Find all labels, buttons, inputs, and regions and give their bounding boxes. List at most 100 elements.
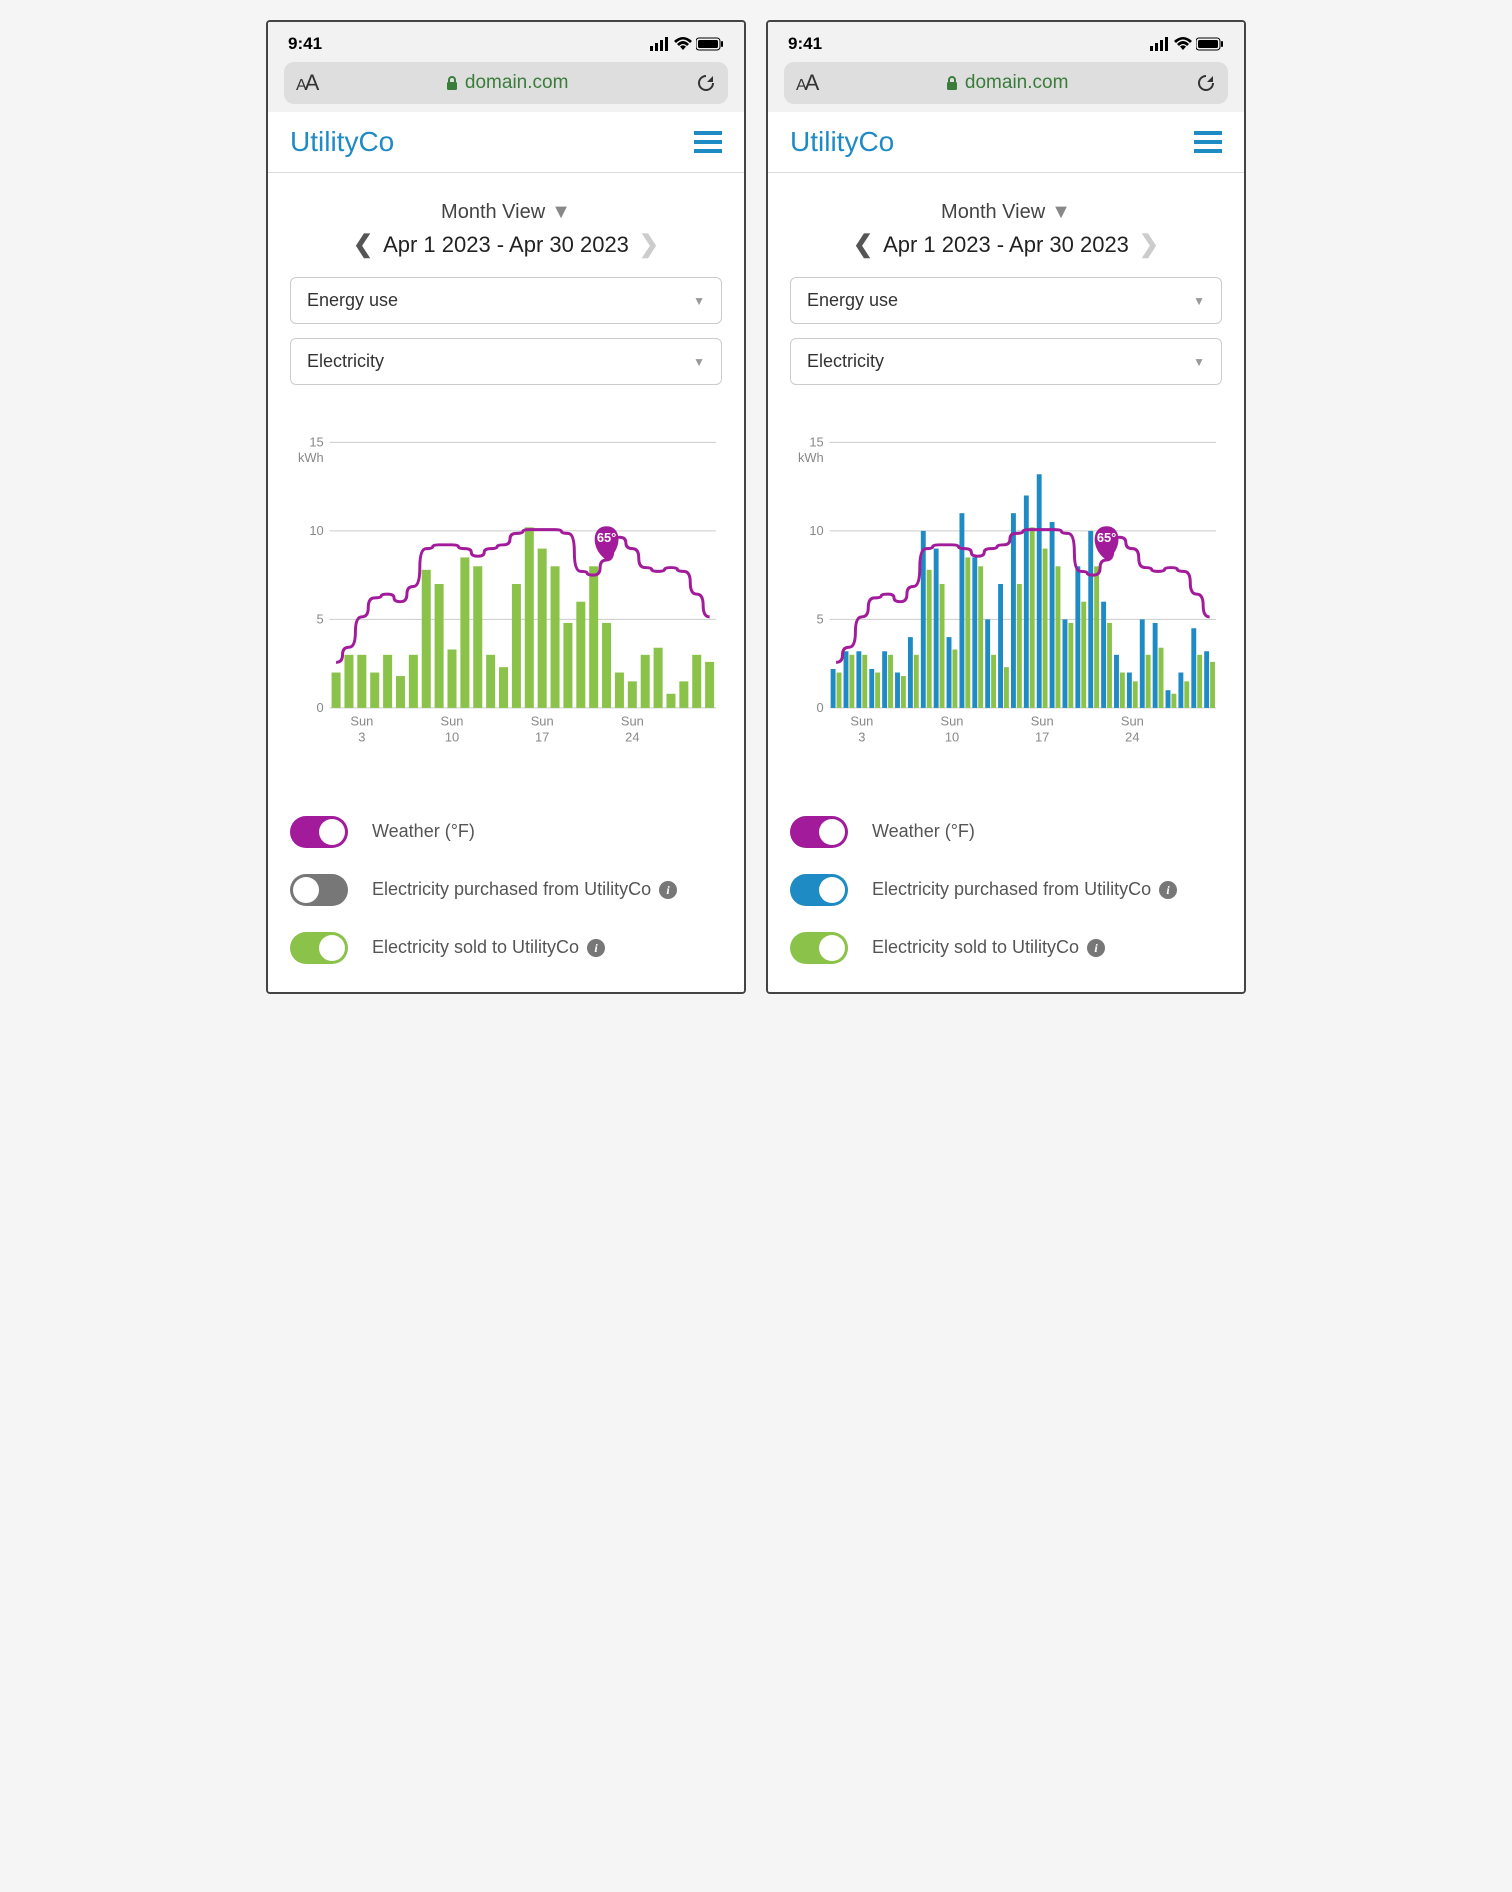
info-icon[interactable]: i — [1087, 939, 1105, 957]
lock-icon — [945, 75, 959, 91]
lock-icon — [445, 75, 459, 91]
svg-text:Sun: Sun — [1121, 714, 1144, 729]
text-size-button[interactable]: AA — [796, 70, 817, 96]
legend: Weather (°F) Electricity purchased from U… — [790, 816, 1222, 964]
date-range: Apr 1 2023 - Apr 30 2023 — [383, 232, 629, 258]
legend-row-purchased: Electricity purchased from UtilityCoi — [290, 874, 722, 906]
caret-down-icon: ▼ — [1193, 355, 1205, 369]
svg-text:65°: 65° — [597, 530, 616, 545]
caret-down-icon: ▼ — [551, 201, 571, 224]
svg-text:24: 24 — [1125, 730, 1139, 745]
status-time: 9:41 — [288, 34, 322, 54]
svg-text:24: 24 — [625, 730, 639, 745]
menu-icon[interactable] — [694, 131, 722, 153]
caret-down-icon: ▼ — [1051, 201, 1071, 224]
legend-label-weather: Weather (°F) — [872, 819, 975, 844]
logo[interactable]: UtilityCo — [290, 126, 394, 158]
svg-text:Sun: Sun — [850, 714, 873, 729]
metric-label: Energy use — [307, 290, 398, 311]
menu-icon[interactable] — [1194, 131, 1222, 153]
next-arrow[interactable]: ❯ — [1139, 230, 1159, 259]
toggle-sold[interactable] — [290, 932, 348, 964]
logo[interactable]: UtilityCo — [790, 126, 894, 158]
svg-text:Sun: Sun — [531, 714, 554, 729]
metric-dropdown[interactable]: Energy use ▼ — [790, 277, 1222, 324]
svg-text:Sun: Sun — [1031, 714, 1054, 729]
signal-icon — [1150, 37, 1170, 51]
view-selector[interactable]: Month View ▼ — [290, 201, 722, 224]
toggle-purchased[interactable] — [290, 874, 348, 906]
browser-chrome: 9:41 AA domain.com — [268, 22, 744, 112]
chart-container: 051015kWhSun3Sun10Sun17Sun2465° — [290, 431, 722, 756]
view-label: Month View — [441, 201, 545, 223]
svg-text:5: 5 — [317, 611, 324, 626]
status-icons — [1150, 37, 1224, 51]
signal-icon — [650, 37, 670, 51]
status-bar: 9:41 — [784, 30, 1228, 62]
prev-arrow[interactable]: ❮ — [353, 230, 373, 259]
svg-text:Sun: Sun — [621, 714, 644, 729]
svg-text:Sun: Sun — [350, 714, 373, 729]
fuel-dropdown[interactable]: Electricity ▼ — [290, 338, 722, 385]
fuel-label: Electricity — [307, 351, 384, 372]
svg-text:17: 17 — [535, 730, 549, 745]
browser-chrome: 9:41 AA domain.com — [768, 22, 1244, 112]
svg-text:65°: 65° — [1097, 530, 1116, 545]
svg-text:10: 10 — [809, 523, 823, 538]
usage-chart: 051015kWhSun3Sun10Sun17Sun2465° — [790, 431, 1222, 751]
svg-text:3: 3 — [858, 730, 865, 745]
info-icon[interactable]: i — [587, 939, 605, 957]
phone-left: 9:41 AA domain.com UtilityCoMonth View▼ … — [266, 20, 746, 994]
svg-text:0: 0 — [817, 700, 824, 715]
info-icon[interactable]: i — [659, 881, 677, 899]
fuel-dropdown[interactable]: Electricity ▼ — [790, 338, 1222, 385]
wifi-icon — [1174, 37, 1192, 51]
legend-row-sold: Electricity sold to UtilityCoi — [790, 932, 1222, 964]
toggle-weather[interactable] — [790, 816, 848, 848]
svg-text:15: 15 — [309, 434, 323, 449]
app-header: UtilityCo — [268, 112, 744, 173]
svg-text:Sun: Sun — [941, 714, 964, 729]
usage-chart: 051015kWhSun3Sun10Sun17Sun2465° — [290, 431, 722, 751]
toggle-purchased[interactable] — [790, 874, 848, 906]
view-selector[interactable]: Month View ▼ — [790, 201, 1222, 224]
svg-text:15: 15 — [809, 434, 823, 449]
legend-label-purchased: Electricity purchased from UtilityCoi — [372, 877, 677, 902]
url-bar[interactable]: AA domain.com — [784, 62, 1228, 104]
legend-row-weather: Weather (°F) — [790, 816, 1222, 848]
caret-down-icon: ▼ — [1193, 294, 1205, 308]
legend-row-sold: Electricity sold to UtilityCoi — [290, 932, 722, 964]
status-icons — [650, 37, 724, 51]
battery-icon — [1196, 37, 1224, 51]
reload-icon[interactable] — [1196, 73, 1216, 93]
svg-text:Sun: Sun — [441, 714, 464, 729]
caret-down-icon: ▼ — [693, 355, 705, 369]
legend-label-sold: Electricity sold to UtilityCoi — [872, 935, 1105, 960]
view-label: Month View — [941, 201, 1045, 223]
prev-arrow[interactable]: ❮ — [853, 230, 873, 259]
toggle-weather[interactable] — [290, 816, 348, 848]
svg-text:10: 10 — [945, 730, 959, 745]
toggle-sold[interactable] — [790, 932, 848, 964]
date-range: Apr 1 2023 - Apr 30 2023 — [883, 232, 1129, 258]
metric-dropdown[interactable]: Energy use ▼ — [290, 277, 722, 324]
status-bar: 9:41 — [284, 30, 728, 62]
legend-label-purchased: Electricity purchased from UtilityCoi — [872, 877, 1177, 902]
date-navigator: ❮ Apr 1 2023 - Apr 30 2023 ❯ — [290, 230, 722, 259]
date-navigator: ❮ Apr 1 2023 - Apr 30 2023 ❯ — [790, 230, 1222, 259]
url-domain: domain.com — [465, 72, 569, 94]
url-bar[interactable]: AA domain.com — [284, 62, 728, 104]
reload-icon[interactable] — [696, 73, 716, 93]
text-size-button[interactable]: AA — [296, 70, 317, 96]
next-arrow[interactable]: ❯ — [639, 230, 659, 259]
metric-label: Energy use — [807, 290, 898, 311]
chart-container: 051015kWhSun3Sun10Sun17Sun2465° — [790, 431, 1222, 756]
url-domain: domain.com — [965, 72, 1069, 94]
caret-down-icon: ▼ — [693, 294, 705, 308]
info-icon[interactable]: i — [1159, 881, 1177, 899]
wifi-icon — [674, 37, 692, 51]
fuel-label: Electricity — [807, 351, 884, 372]
svg-text:kWh: kWh — [798, 450, 824, 465]
status-time: 9:41 — [788, 34, 822, 54]
battery-icon — [696, 37, 724, 51]
